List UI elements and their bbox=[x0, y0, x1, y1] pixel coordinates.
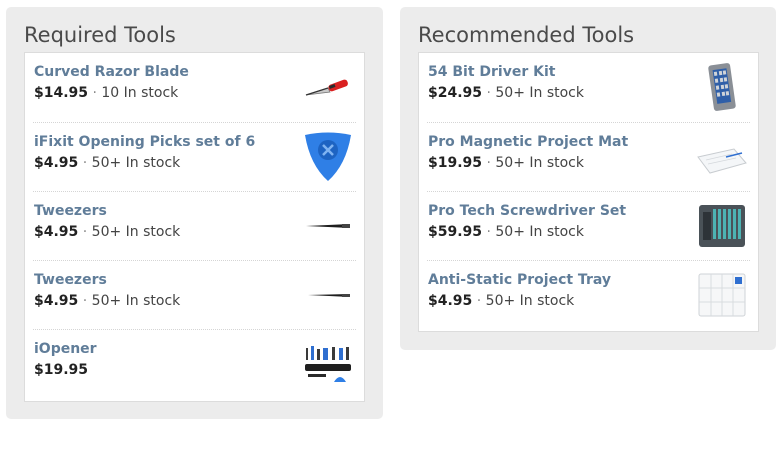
item-price: $4.95 bbox=[428, 293, 473, 309]
item-price: $4.95 bbox=[34, 224, 79, 240]
item-meta: $4.95 · 50+ In stock bbox=[34, 293, 180, 309]
item-link[interactable]: Pro Magnetic Project Mat bbox=[428, 134, 628, 150]
list-item[interactable]: Pro Tech Screwdriver Set $59.95 · 50+ In… bbox=[427, 191, 750, 260]
item-link[interactable]: iFixit Opening Picks set of 6 bbox=[34, 134, 255, 150]
list-item[interactable]: Anti-Static Project Tray $4.95 · 50+ In … bbox=[427, 260, 750, 329]
item-meta: $19.95 bbox=[34, 362, 88, 378]
separator-dot: · bbox=[486, 155, 491, 171]
item-stock: 50+ In stock bbox=[91, 224, 181, 240]
razor-blade-icon[interactable] bbox=[302, 61, 354, 113]
separator-dot: · bbox=[82, 224, 88, 240]
recommended-tools-list: 54 Bit Driver Kit $24.95 · 50+ In stock … bbox=[418, 52, 759, 332]
separator-dot: · bbox=[82, 293, 88, 309]
item-price: $4.95 bbox=[34, 293, 79, 309]
tweezers-icon[interactable] bbox=[302, 269, 354, 321]
tweezers-icon[interactable] bbox=[302, 200, 354, 252]
separator-dot: · bbox=[92, 85, 97, 101]
project-tray-icon[interactable] bbox=[696, 269, 748, 321]
item-price: $19.95 bbox=[428, 155, 483, 171]
item-meta: $59.95 · 50+ In stock bbox=[428, 224, 584, 240]
project-mat-icon[interactable] bbox=[696, 131, 748, 183]
list-item[interactable]: Tweezers $4.95 · 50+ In stock bbox=[33, 191, 356, 260]
recommended-tools-title: Recommended Tools bbox=[418, 23, 635, 47]
required-tools-title: Required Tools bbox=[24, 23, 176, 47]
item-price: $59.95 bbox=[428, 224, 483, 240]
required-tools-list: Curved Razor Blade $14.95 · 10 In stock … bbox=[24, 52, 365, 402]
list-item[interactable]: iFixit Opening Picks set of 6 $4.95 · 50… bbox=[33, 122, 356, 191]
item-price: $14.95 bbox=[34, 85, 89, 101]
recommended-tools-panel: Recommended Tools 54 Bit Driver Kit $24.… bbox=[400, 7, 776, 350]
item-meta: $19.95 · 50+ In stock bbox=[428, 155, 584, 171]
item-stock: 50+ In stock bbox=[495, 224, 584, 240]
driver-kit-icon[interactable] bbox=[696, 61, 748, 113]
separator-dot: · bbox=[486, 224, 491, 240]
item-link[interactable]: Tweezers bbox=[34, 272, 107, 288]
list-item[interactable]: iOpener $19.95 bbox=[33, 329, 356, 398]
item-link[interactable]: Anti-Static Project Tray bbox=[428, 272, 611, 288]
item-meta: $4.95 · 50+ In stock bbox=[428, 293, 574, 309]
list-item[interactable]: 54 Bit Driver Kit $24.95 · 50+ In stock bbox=[427, 53, 750, 122]
item-link[interactable]: Tweezers bbox=[34, 203, 107, 219]
list-item[interactable]: Curved Razor Blade $14.95 · 10 In stock bbox=[33, 53, 356, 122]
item-stock: 50+ In stock bbox=[91, 155, 181, 171]
item-price: $24.95 bbox=[428, 85, 483, 101]
item-meta: $14.95 · 10 In stock bbox=[34, 85, 178, 101]
item-meta: $24.95 · 50+ In stock bbox=[428, 85, 584, 101]
item-price: $4.95 bbox=[34, 155, 79, 171]
item-stock: 10 In stock bbox=[101, 85, 179, 101]
iopener-kit-icon[interactable] bbox=[302, 338, 354, 390]
separator-dot: · bbox=[82, 155, 88, 171]
separator-dot: · bbox=[476, 293, 482, 309]
opening-pick-icon[interactable] bbox=[302, 131, 354, 183]
item-link[interactable]: 54 Bit Driver Kit bbox=[428, 64, 555, 80]
separator-dot: · bbox=[486, 85, 491, 101]
item-link[interactable]: iOpener bbox=[34, 341, 97, 357]
item-stock: 50+ In stock bbox=[485, 293, 575, 309]
item-link[interactable]: Curved Razor Blade bbox=[34, 64, 189, 80]
list-item[interactable]: Pro Magnetic Project Mat $19.95 · 50+ In… bbox=[427, 122, 750, 191]
item-stock: 50+ In stock bbox=[91, 293, 181, 309]
item-meta: $4.95 · 50+ In stock bbox=[34, 224, 180, 240]
item-stock: 50+ In stock bbox=[495, 155, 584, 171]
required-tools-panel: Required Tools Curved Razor Blade $14.95… bbox=[6, 7, 383, 419]
item-stock: 50+ In stock bbox=[495, 85, 584, 101]
list-item[interactable]: Tweezers $4.95 · 50+ In stock bbox=[33, 260, 356, 329]
item-meta: $4.95 · 50+ In stock bbox=[34, 155, 180, 171]
item-price: $19.95 bbox=[34, 362, 89, 378]
item-link[interactable]: Pro Tech Screwdriver Set bbox=[428, 203, 626, 219]
screwdriver-set-icon[interactable] bbox=[696, 200, 748, 252]
